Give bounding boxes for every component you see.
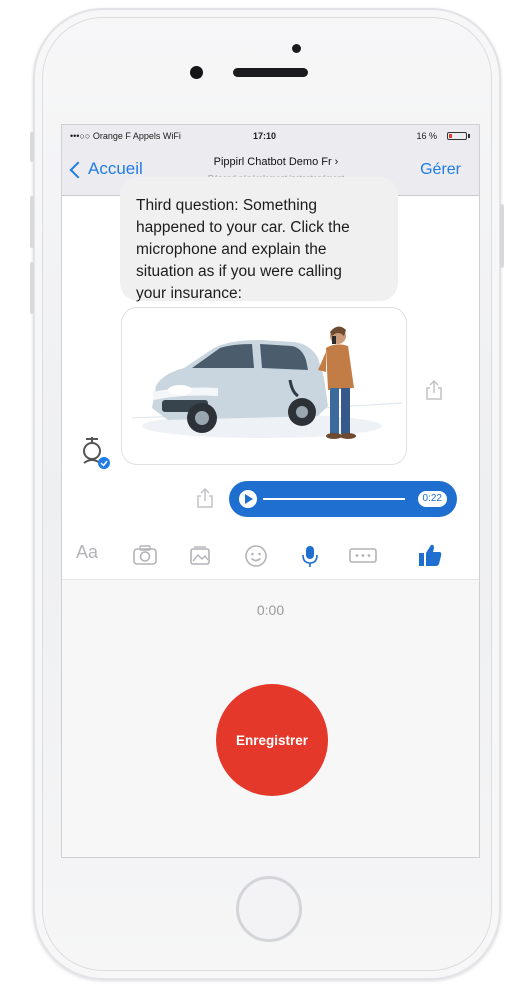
bot-message-bubble: Third question: Something happened to yo… <box>120 177 398 302</box>
manage-button[interactable]: Gérer <box>420 161 461 179</box>
audio-share-icon[interactable] <box>194 487 216 509</box>
audio-duration: 0:22 <box>417 491 447 507</box>
audio-progress-track[interactable] <box>263 498 405 500</box>
battery-icon <box>447 132 467 140</box>
emoji-icon[interactable] <box>244 544 268 568</box>
chat-title[interactable]: Pippirl Chatbot Demo Fr › <box>162 156 390 168</box>
back-button[interactable]: Accueil <box>69 159 143 179</box>
phone-screen: •••○○ Orange F Appels WiFi 17:10 16 % Ac… <box>61 124 480 858</box>
gallery-icon[interactable] <box>188 544 212 566</box>
car-illustration <box>131 326 403 439</box>
play-icon[interactable] <box>239 490 257 508</box>
record-button[interactable]: Enregistrer <box>216 684 328 796</box>
bot-avatar-icon <box>83 437 110 469</box>
camera-icon[interactable] <box>132 544 158 566</box>
battery-percent: 16 % <box>416 131 437 141</box>
microphone-icon[interactable] <box>300 544 320 568</box>
clock: 17:10 <box>253 131 277 141</box>
earpiece-speaker <box>233 68 308 77</box>
car-illustration-card[interactable] <box>121 307 407 465</box>
audio-message-player[interactable]: 0:22 <box>229 481 457 517</box>
recording-timer: 0:00 <box>256 602 285 618</box>
composer-toolbar: Aa <box>62 533 479 577</box>
thumbs-up-icon[interactable] <box>416 541 444 569</box>
proximity-sensor <box>292 44 301 53</box>
text-input-button[interactable]: Aa <box>76 542 98 563</box>
volume-up-button <box>30 196 34 248</box>
power-button <box>500 204 504 268</box>
more-icon[interactable] <box>348 544 378 566</box>
status-bar: •••○○ Orange F Appels WiFi 17:10 16 % <box>62 125 479 147</box>
mute-switch <box>30 132 34 162</box>
battery-tip <box>468 134 470 138</box>
voice-recorder-panel: 0:00 Enregistrer <box>62 579 479 857</box>
home-button[interactable] <box>236 876 302 942</box>
chevron-left-icon <box>69 161 87 178</box>
back-button-label: Accueil <box>88 159 143 178</box>
carrier-label: •••○○ Orange F Appels WiFi <box>70 131 181 141</box>
share-icon[interactable] <box>423 379 445 401</box>
front-camera <box>190 66 203 79</box>
volume-down-button <box>30 262 34 314</box>
